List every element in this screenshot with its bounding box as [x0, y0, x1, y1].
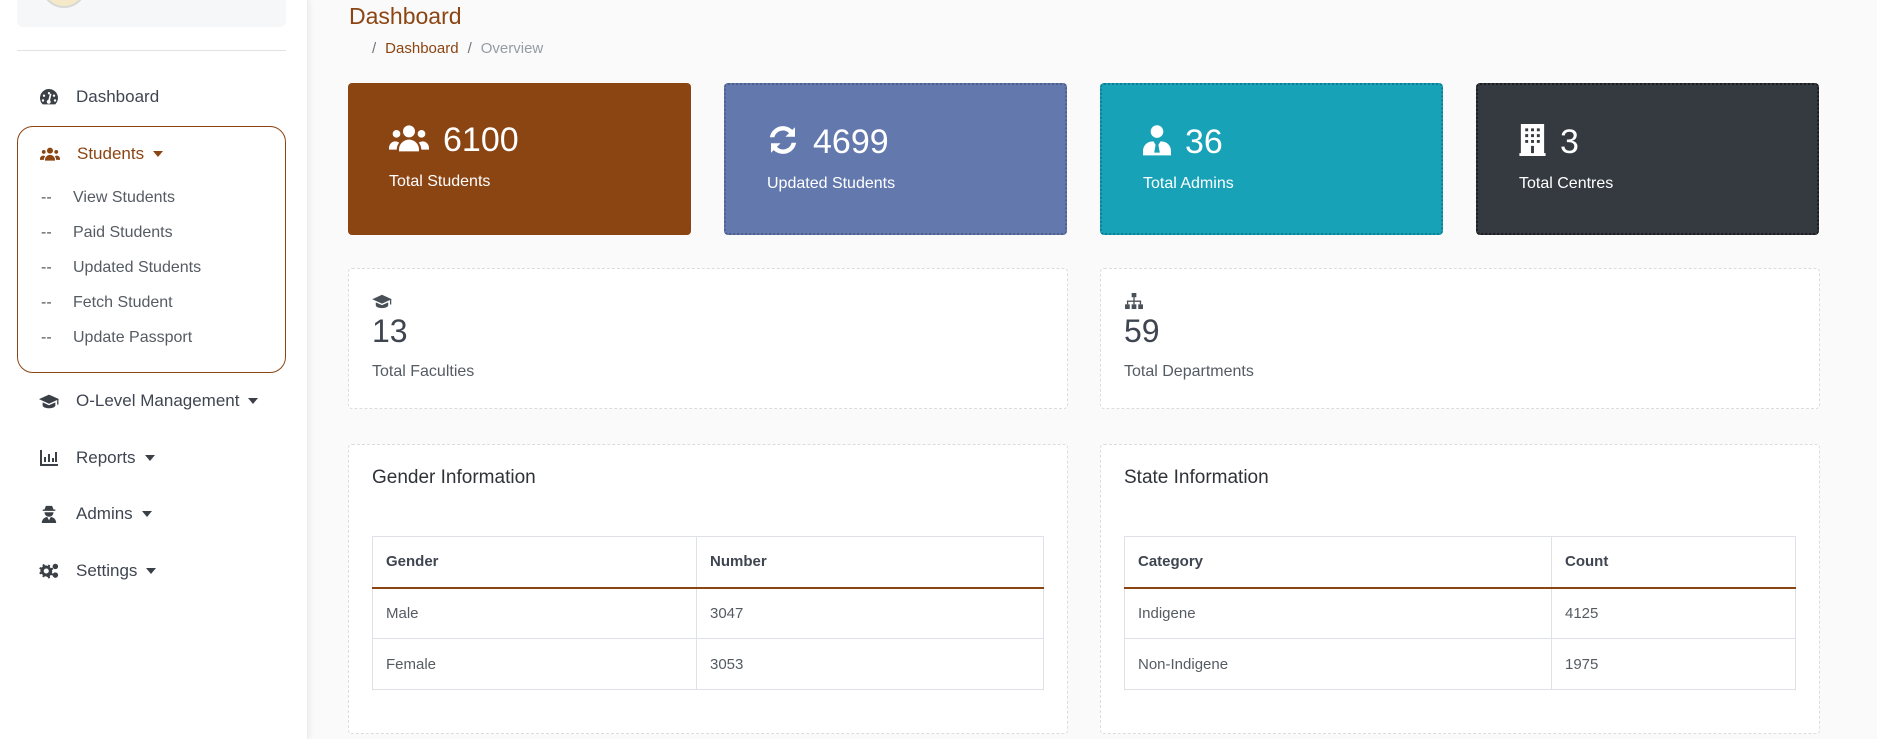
card-title: Gender Information: [372, 467, 536, 488]
gender-table: Gender Number Male 3047 Female 3053: [372, 536, 1044, 690]
submenu-dash: --: [41, 294, 52, 311]
stat-value: 3: [1560, 123, 1579, 161]
breadcrumb-current: Overview: [480, 40, 544, 57]
user-tie-icon: [1143, 124, 1171, 161]
sync-icon: [767, 124, 799, 161]
table-cell: Female: [372, 638, 697, 690]
info-value: 59: [1124, 313, 1160, 349]
breadcrumb-separator: /: [372, 40, 377, 57]
submenu-dash: --: [41, 189, 52, 206]
stat-card-total-admins[interactable]: 36 Total Admins: [1100, 83, 1443, 235]
table-row: Male 3047: [372, 587, 1044, 639]
sidebar: Dashboard Students -- View Students -- P…: [0, 0, 308, 739]
students-menu-group: Students -- View Students -- Paid Studen…: [17, 126, 286, 373]
submenu-dash: --: [41, 224, 52, 241]
stat-value: 4699: [813, 123, 889, 161]
table-header-row: Gender Number: [372, 536, 1044, 589]
state-table: Category Count Indigene 4125 Non-Indigen…: [1124, 536, 1796, 690]
table-cell: 4125: [1551, 587, 1796, 639]
tachometer-icon: [38, 87, 60, 107]
sitemap-icon: [1124, 293, 1144, 315]
chart-bar-icon: [38, 448, 60, 468]
logo-container: [17, 0, 286, 27]
column-header-category: Category: [1124, 536, 1552, 589]
sidebar-item-settings[interactable]: Settings: [38, 561, 157, 581]
table-row: Indigene 4125: [1124, 587, 1796, 639]
sidebar-divider: [17, 50, 286, 51]
stat-card-total-centres[interactable]: 3 Total Centres: [1476, 83, 1819, 235]
table-cell: 1975: [1551, 638, 1796, 690]
submenu-item-update-passport[interactable]: -- Update Passport: [41, 329, 192, 347]
breadcrumb: / Dashboard / Overview: [372, 40, 543, 57]
users-icon: [389, 123, 429, 158]
sidebar-item-dashboard[interactable]: Dashboard: [38, 87, 159, 107]
submenu-item-paid-students[interactable]: -- Paid Students: [41, 224, 173, 242]
info-label: Total Faculties: [372, 363, 475, 380]
gender-information-card: Gender Information Gender Number Male 30…: [348, 444, 1068, 734]
sidebar-item-reports[interactable]: Reports: [38, 448, 155, 468]
sidebar-item-olevel-management[interactable]: O-Level Management: [38, 391, 259, 411]
sidebar-item-admins[interactable]: Admins: [38, 504, 152, 524]
table-header-row: Category Count: [1124, 536, 1796, 589]
user-secret-icon: [38, 504, 60, 524]
building-icon: [1519, 124, 1546, 161]
logo[interactable]: [41, 0, 87, 8]
sidebar-item-label: Dashboard: [76, 87, 160, 106]
page-title: Dashboard: [349, 3, 462, 29]
column-header-gender: Gender: [372, 536, 697, 589]
table-cell: 3053: [696, 638, 1044, 690]
info-card-total-faculties: 13 Total Faculties: [348, 268, 1068, 409]
table-row: Non-Indigene 1975: [1124, 638, 1796, 690]
submenu-label: View Students: [73, 189, 175, 206]
stat-label: Total Students: [389, 173, 491, 190]
submenu-label: Update Passport: [73, 329, 193, 346]
table-cell: Non-Indigene: [1124, 638, 1552, 690]
caret-down-icon: [144, 455, 155, 461]
card-title: State Information: [1124, 467, 1269, 488]
table-cell: Indigene: [1124, 587, 1552, 639]
sidebar-item-label: O-Level Management: [76, 391, 240, 410]
stat-label: Updated Students: [767, 175, 896, 192]
sidebar-item-label: Students: [77, 144, 145, 163]
submenu-dash: --: [41, 329, 52, 346]
stat-value: 6100: [443, 121, 519, 159]
submenu-item-view-students[interactable]: -- View Students: [41, 189, 175, 207]
caret-down-icon: [248, 398, 259, 404]
stat-card-total-students[interactable]: 6100 Total Students: [348, 83, 691, 235]
stat-label: Total Admins: [1143, 175, 1234, 192]
column-header-count: Count: [1551, 536, 1796, 589]
caret-down-icon: [141, 511, 152, 517]
table-cell: Male: [372, 587, 697, 639]
sidebar-item-label: Settings: [76, 561, 138, 580]
column-header-number: Number: [696, 536, 1044, 589]
caret-down-icon: [153, 151, 164, 157]
submenu-item-updated-students[interactable]: -- Updated Students: [41, 259, 201, 277]
table-cell: 3047: [696, 587, 1044, 639]
table-row: Female 3053: [372, 638, 1044, 690]
sidebar-item-label: Admins: [76, 504, 133, 523]
sidebar-item-label: Reports: [76, 448, 136, 467]
breadcrumb-separator: /: [467, 40, 472, 57]
submenu-label: Updated Students: [73, 259, 202, 276]
stat-value: 36: [1185, 123, 1223, 161]
sidebar-item-students[interactable]: Students: [39, 144, 164, 164]
info-label: Total Departments: [1124, 363, 1254, 380]
users-icon: [39, 144, 61, 164]
submenu-dash: --: [41, 259, 52, 276]
graduation-cap-icon: [372, 293, 392, 314]
graduation-cap-icon: [38, 391, 60, 411]
breadcrumb-link-dashboard[interactable]: Dashboard: [385, 40, 458, 57]
info-card-total-departments: 59 Total Departments: [1100, 268, 1820, 409]
submenu-item-fetch-student[interactable]: -- Fetch Student: [41, 294, 173, 312]
stat-label: Total Centres: [1519, 175, 1614, 192]
cogs-icon: [38, 561, 60, 581]
info-value: 13: [372, 313, 408, 349]
caret-down-icon: [146, 568, 157, 574]
state-information-card: State Information Category Count Indigen…: [1100, 444, 1820, 734]
stat-card-updated-students[interactable]: 4699 Updated Students: [724, 83, 1067, 235]
submenu-label: Paid Students: [73, 224, 173, 241]
submenu-label: Fetch Student: [73, 294, 173, 311]
